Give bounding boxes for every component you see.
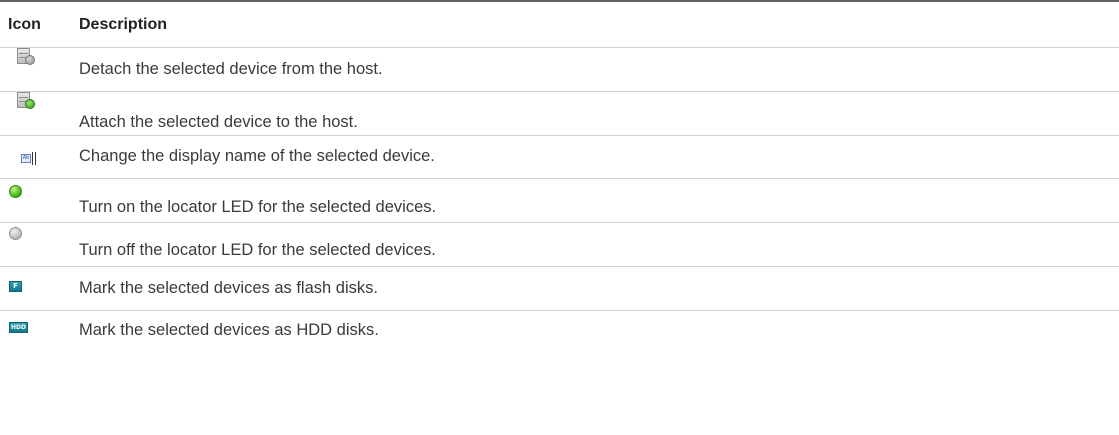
header-description: Description <box>79 15 168 33</box>
table-row: Attach the selected device to the host. <box>0 92 1119 136</box>
icon-description-table: Icon Description Detach the selected dev… <box>0 0 1119 355</box>
row-description: Turn on the locator LED for the selected… <box>79 198 437 216</box>
row-description: Mark the selected devices as HDD disks. <box>79 321 379 339</box>
table-row: F Mark the selected devices as flash dis… <box>0 267 1119 311</box>
detach-device-icon <box>17 48 35 65</box>
row-description: Detach the selected device from the host… <box>79 60 383 78</box>
row-description: Mark the selected devices as flash disks… <box>79 279 378 297</box>
locator-led-on-icon <box>9 185 22 198</box>
attach-device-icon <box>17 92 35 109</box>
table-row: HDD Mark the selected devices as HDD dis… <box>0 311 1119 355</box>
rename-device-icon: Ab <box>21 152 37 165</box>
table-row: Ab Change the display name of the select… <box>0 136 1119 179</box>
row-description: Change the display name of the selected … <box>79 147 435 165</box>
row-description: Turn off the locator LED for the selecte… <box>79 241 436 259</box>
hdd-disk-icon: HDD <box>9 322 28 333</box>
table-row: Turn on the locator LED for the selected… <box>0 179 1119 223</box>
locator-led-off-icon <box>9 227 22 240</box>
header-icon: Icon <box>8 15 41 33</box>
flash-disk-icon: F <box>9 281 22 292</box>
table-header: Icon Description <box>0 2 1119 48</box>
table-row: Detach the selected device from the host… <box>0 48 1119 92</box>
row-description: Attach the selected device to the host. <box>79 113 358 131</box>
table-row: Turn off the locator LED for the selecte… <box>0 223 1119 267</box>
